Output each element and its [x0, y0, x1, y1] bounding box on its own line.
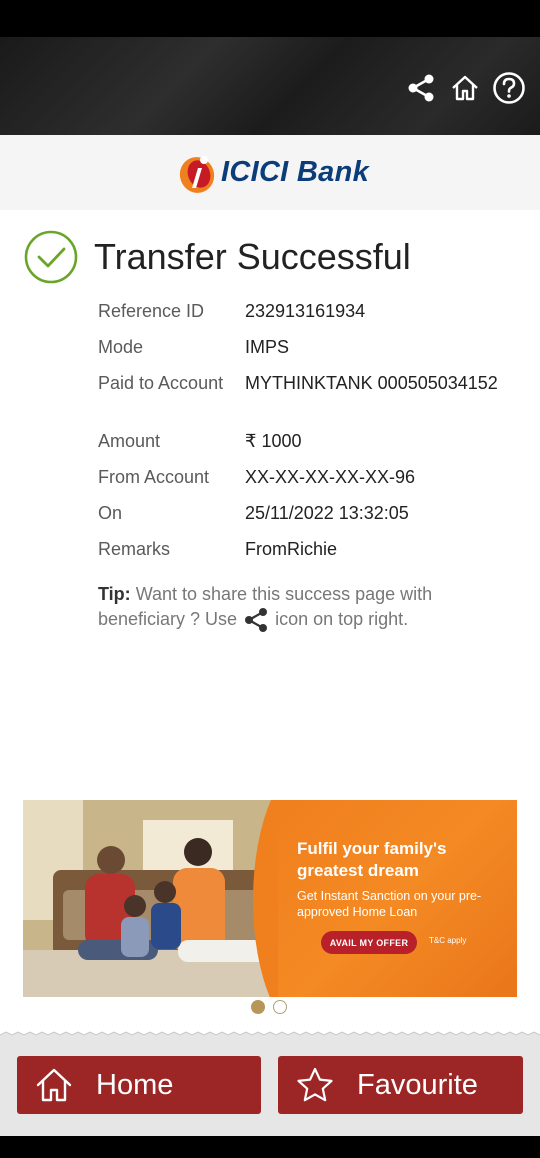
banner-subtitle: Get Instant Sanction on your pre-approve…: [297, 889, 482, 919]
detail-value: 232913161934: [245, 301, 366, 321]
avail-offer-button[interactable]: AVAIL MY OFFER: [321, 931, 417, 954]
check-circle-icon: [24, 230, 78, 284]
navigation-bar: [0, 1136, 540, 1158]
home-button[interactable]: Home: [17, 1056, 261, 1114]
banner-title: Fulfil your family's greatest dream: [297, 839, 447, 880]
footer-divider: [0, 1031, 540, 1040]
header-actions: [404, 71, 526, 105]
tip-prefix: Tip:: [98, 584, 131, 604]
detail-value: IMPS: [245, 337, 290, 357]
detail-value: FromRichie: [245, 539, 338, 559]
share-icon[interactable]: [404, 71, 438, 105]
favourite-button[interactable]: Favourite: [278, 1056, 523, 1114]
status-bar: [0, 0, 540, 37]
result-header: Transfer Successful: [24, 230, 411, 284]
home-icon[interactable]: [448, 71, 482, 105]
detail-label: Remarks: [98, 539, 171, 559]
bank-logo-text: ICICI Bank: [220, 156, 370, 188]
detail-value: MYTHINKTANK 000505034152: [245, 373, 498, 393]
bank-logo: ICICI Bank: [177, 151, 369, 195]
detail-label: Mode: [98, 337, 144, 357]
help-icon[interactable]: [492, 71, 526, 105]
pagination-dot-2[interactable]: [273, 1000, 287, 1014]
tip-text-end: icon on top right.: [275, 609, 409, 629]
detail-label: Paid to Account: [98, 373, 224, 393]
detail-label: Reference ID: [98, 301, 205, 321]
detail-value: ₹ 1000: [245, 431, 302, 451]
home-icon: [36, 1068, 72, 1102]
detail-label: On: [98, 503, 123, 523]
app-header: [0, 37, 540, 135]
detail-value: 25/11/2022 13:32:05: [245, 503, 409, 523]
home-button-label: Home: [96, 1068, 174, 1101]
page-title: Transfer Successful: [94, 236, 411, 277]
star-icon: [297, 1067, 333, 1102]
bank-logo-icon: [179, 155, 215, 193]
pagination-dot-1[interactable]: [251, 1000, 265, 1014]
bottom-actions: Home Favourite: [0, 1040, 540, 1136]
banner-terms: T&C apply: [429, 936, 467, 945]
brand-bar: ICICI Bank: [0, 135, 540, 210]
detail-label: Amount: [98, 431, 161, 451]
favourite-button-label: Favourite: [357, 1068, 478, 1101]
detail-label: From Account: [98, 467, 210, 487]
detail-value: XX-XX-XX-XX-XX-96: [245, 467, 416, 487]
share-icon: [245, 608, 268, 633]
banner-pagination: [251, 1000, 287, 1014]
share-tip: Tip: Want to share this success page wit…: [98, 582, 478, 633]
